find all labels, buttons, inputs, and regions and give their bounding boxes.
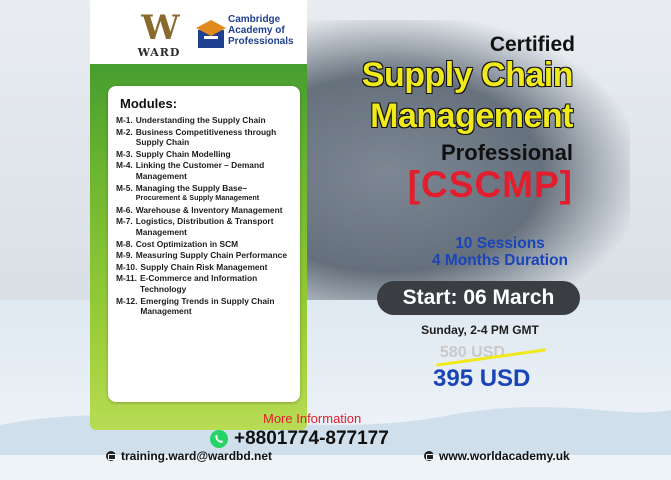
module-title-text: Linking the Customer – Demand Management <box>135 160 265 181</box>
phone-contact[interactable]: +8801774-877177 <box>209 428 389 450</box>
module-title-text: Business Competitiveness through Supply … <box>135 126 277 148</box>
module-code: M-5. <box>116 182 133 193</box>
module-title-text: E-Commerce and Information Technology <box>139 273 258 294</box>
whatsapp-icon <box>210 430 228 448</box>
headline-line-1: Supply Chain <box>361 56 574 94</box>
ward-logo-mark: W <box>141 8 179 48</box>
course-duration: 4 Months Duration <box>431 252 569 269</box>
phone-number: +8801774-877177 <box>234 428 389 449</box>
headline-certified: Certified <box>489 33 575 56</box>
more-information-label: More Information <box>263 411 362 426</box>
module-title: Logistics, Distribution & Transport Mana… <box>136 216 294 237</box>
module-item: M-12. Emerging Trends in Supply Chain Man… <box>116 296 294 317</box>
cambridge-academy-logo: Cambridge Academy of Professionals <box>196 12 296 60</box>
module-code: M-10. <box>116 261 138 272</box>
class-schedule: Sunday, 2-4 PM GMT <box>421 323 539 337</box>
module-code: M-12. <box>116 295 138 306</box>
module-title-text: Logistics, Distribution & Transport Mana… <box>135 216 274 237</box>
module-item: M-8. Cost Optimization in SCM <box>116 239 294 250</box>
module-list: M-1. Understanding the Supply Chain M-2. Bu… <box>116 115 294 317</box>
email-icon <box>106 451 116 461</box>
module-title: Supply Chain Risk Management <box>140 262 294 273</box>
module-item: M-3. Supply Chain Modelling <box>116 149 294 160</box>
ward-logo: W WARD <box>134 10 184 62</box>
module-item: M-11. E-Commerce and Information Technolo… <box>116 273 294 294</box>
module-title-text: Managing the Supply Base– <box>135 182 247 193</box>
module-title-text: Supply Chain Modelling <box>135 148 231 159</box>
module-code: M-4. <box>116 160 133 171</box>
module-item: M-9. Measuring Supply Chain Performance <box>116 250 294 261</box>
module-title: Understanding the Supply Chain <box>136 115 294 126</box>
module-subtitle: Procurement & Supply Management <box>135 193 260 203</box>
module-title-text: Emerging Trends in Supply Chain Manageme… <box>140 295 275 317</box>
module-title-text: Measuring Supply Chain Performance <box>135 250 287 261</box>
module-title: Linking the Customer – Demand Management <box>136 160 294 181</box>
email-contact[interactable]: training.ward@wardbd.net <box>106 449 272 463</box>
module-item: M-4. Linking the Customer – Demand Manage… <box>116 160 294 181</box>
module-code: M-1. <box>116 115 133 125</box>
module-title-text: Understanding the Supply Chain <box>135 115 266 125</box>
new-price: 395 USD <box>433 365 531 392</box>
headline-line-2: Management <box>370 97 573 135</box>
module-code: M-11. <box>116 273 137 284</box>
email-address: training.ward@wardbd.net <box>121 449 273 463</box>
module-item: M-5. Managing the Supply Base– Procurement… <box>116 183 294 204</box>
module-item: M-2. Business Competitiveness through Sup… <box>116 127 294 148</box>
module-item: M-7. Logistics, Distribution & Transport … <box>116 216 294 237</box>
module-title-text: Supply Chain Risk Management <box>140 261 268 272</box>
module-title-text: Warehouse & Inventory Management <box>135 204 283 215</box>
module-title: Measuring Supply Chain Performance <box>136 250 294 261</box>
website-contact[interactable]: www.worldacademy.uk <box>424 449 570 463</box>
ward-logo-text: WARD <box>137 46 181 59</box>
module-code: M-9. <box>116 250 133 261</box>
module-title: E-Commerce and Information Technology <box>140 273 294 294</box>
modules-heading: Modules: <box>120 96 178 111</box>
start-date-badge: Start: 06 March <box>377 281 580 315</box>
module-title: Warehouse & Inventory Management <box>136 205 294 216</box>
sessions-count: 10 Sessions <box>455 235 545 252</box>
module-code: M-8. <box>116 238 133 249</box>
cambridge-line-3: Professionals <box>228 36 294 47</box>
cambridge-line-1: Cambridge <box>228 14 281 25</box>
promo-poster: W WARD Cambridge Academy of Professional… <box>0 0 671 480</box>
module-item: M-10. Supply Chain Risk Management <box>116 262 294 273</box>
headline-acronym: [CSCMP] <box>407 164 573 205</box>
headline-professional: Professional <box>440 140 573 165</box>
course-sessions-block: 10 Sessions 4 Months Duration <box>400 235 600 269</box>
website-url: www.worldacademy.uk <box>439 449 570 463</box>
cambridge-logo-text: Cambridge Academy of Professionals <box>228 14 294 47</box>
graduation-cap-icon <box>196 20 226 48</box>
module-title: Emerging Trends in Supply Chain Manageme… <box>140 296 294 317</box>
cambridge-line-2: Academy of <box>228 25 285 36</box>
modules-card: Modules: M-1. Understanding the Supply Ch… <box>108 86 300 402</box>
module-title: Business Competitiveness through Supply … <box>136 127 294 148</box>
module-item: M-1. Understanding the Supply Chain <box>116 115 294 126</box>
module-title: Cost Optimization in SCM <box>136 239 294 250</box>
module-title: Managing the Supply Base– Procurement & S… <box>136 183 294 204</box>
module-title-text: Cost Optimization in SCM <box>135 238 239 249</box>
module-item: M-6. Warehouse & Inventory Management <box>116 205 294 216</box>
module-code: M-7. <box>116 216 133 227</box>
module-title: Supply Chain Modelling <box>136 149 294 160</box>
globe-icon <box>424 451 434 461</box>
module-code: M-3. <box>116 148 133 159</box>
module-code: M-2. <box>116 126 133 137</box>
module-code: M-6. <box>116 204 133 215</box>
